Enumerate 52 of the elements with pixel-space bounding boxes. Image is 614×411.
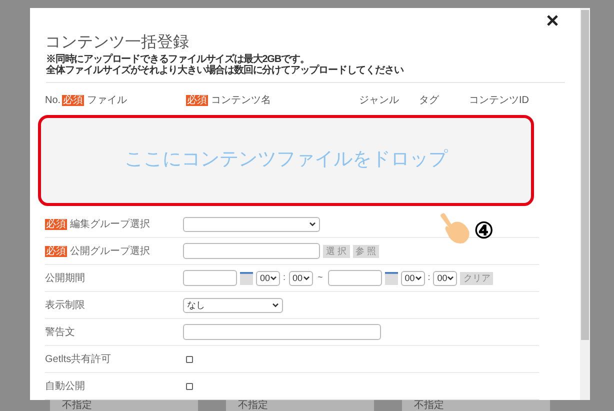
column-header: コンテンツ名 xyxy=(211,94,271,108)
chevron-down-icon xyxy=(447,276,454,280)
chevron-down-icon xyxy=(272,302,279,308)
required-badge: 必須 xyxy=(186,95,208,106)
column-header: ファイル xyxy=(87,94,127,108)
required-badge: 必須 xyxy=(62,95,84,106)
notice-text: ※同時にアップロードできるファイルサイズは最大2GBです。 xyxy=(46,54,310,65)
column-header: タグ xyxy=(419,94,439,108)
calendar-icon[interactable] xyxy=(384,272,398,284)
scrollbar-thumb[interactable] xyxy=(581,10,589,340)
column-header: No. xyxy=(45,94,61,108)
input-field[interactable] xyxy=(183,270,237,286)
chevron-down-icon xyxy=(309,222,316,226)
checkbox[interactable] xyxy=(186,356,193,362)
time-separator: : xyxy=(283,271,286,284)
dropdown[interactable]: 00 xyxy=(400,270,425,286)
checkbox[interactable] xyxy=(186,382,193,390)
drop-zone-text: ここにコンテンツファイルをドロップ xyxy=(124,148,448,172)
required-badge: 必須 xyxy=(45,246,67,256)
background-label: 不指定 xyxy=(226,400,374,411)
scrollbar[interactable] xyxy=(580,8,590,400)
required-badge: 必須 xyxy=(45,218,67,230)
dropdown[interactable] xyxy=(183,216,320,232)
pointing-hand-icon xyxy=(438,211,472,245)
dropdown[interactable]: 00 xyxy=(288,270,313,286)
chevron-down-icon xyxy=(302,276,310,280)
field-label: Getlts共有許可 xyxy=(45,352,112,366)
dropdown[interactable]: 00 xyxy=(256,270,280,286)
chevron-down-icon xyxy=(270,276,278,280)
input-field[interactable] xyxy=(328,270,382,286)
dropdown[interactable]: 00 xyxy=(433,270,458,286)
field-label: 表示制限 xyxy=(45,298,85,312)
calendar-icon[interactable] xyxy=(240,272,253,284)
range-mark: ~ xyxy=(318,271,323,284)
background-label: 不指定 xyxy=(50,400,198,411)
time-separator: : xyxy=(428,271,430,284)
input-field[interactable] xyxy=(183,324,381,340)
field-label: 自動公開 xyxy=(45,380,85,394)
field-label: 編集グループ選択 xyxy=(70,218,150,232)
field-label: 警告文 xyxy=(45,326,75,340)
input-field[interactable] xyxy=(183,243,320,259)
dropdown[interactable]: なし xyxy=(183,298,283,312)
background-label: 不指定 xyxy=(402,400,550,411)
field-label: 公開期間 xyxy=(45,272,85,286)
dialog-title: コンテンツ一括登録 xyxy=(45,34,190,52)
field-label: 公開グループ選択 xyxy=(70,244,150,258)
column-header: ジャンル xyxy=(359,94,399,108)
close-icon[interactable] xyxy=(547,15,558,26)
chevron-down-icon xyxy=(414,276,422,280)
column-header: コンテンツID xyxy=(469,94,529,108)
callout-number: ④ xyxy=(474,220,494,242)
notice-text: 全体ファイルサイズがそれより大きい場合は数回に分けてアップロードしてください xyxy=(46,65,404,76)
